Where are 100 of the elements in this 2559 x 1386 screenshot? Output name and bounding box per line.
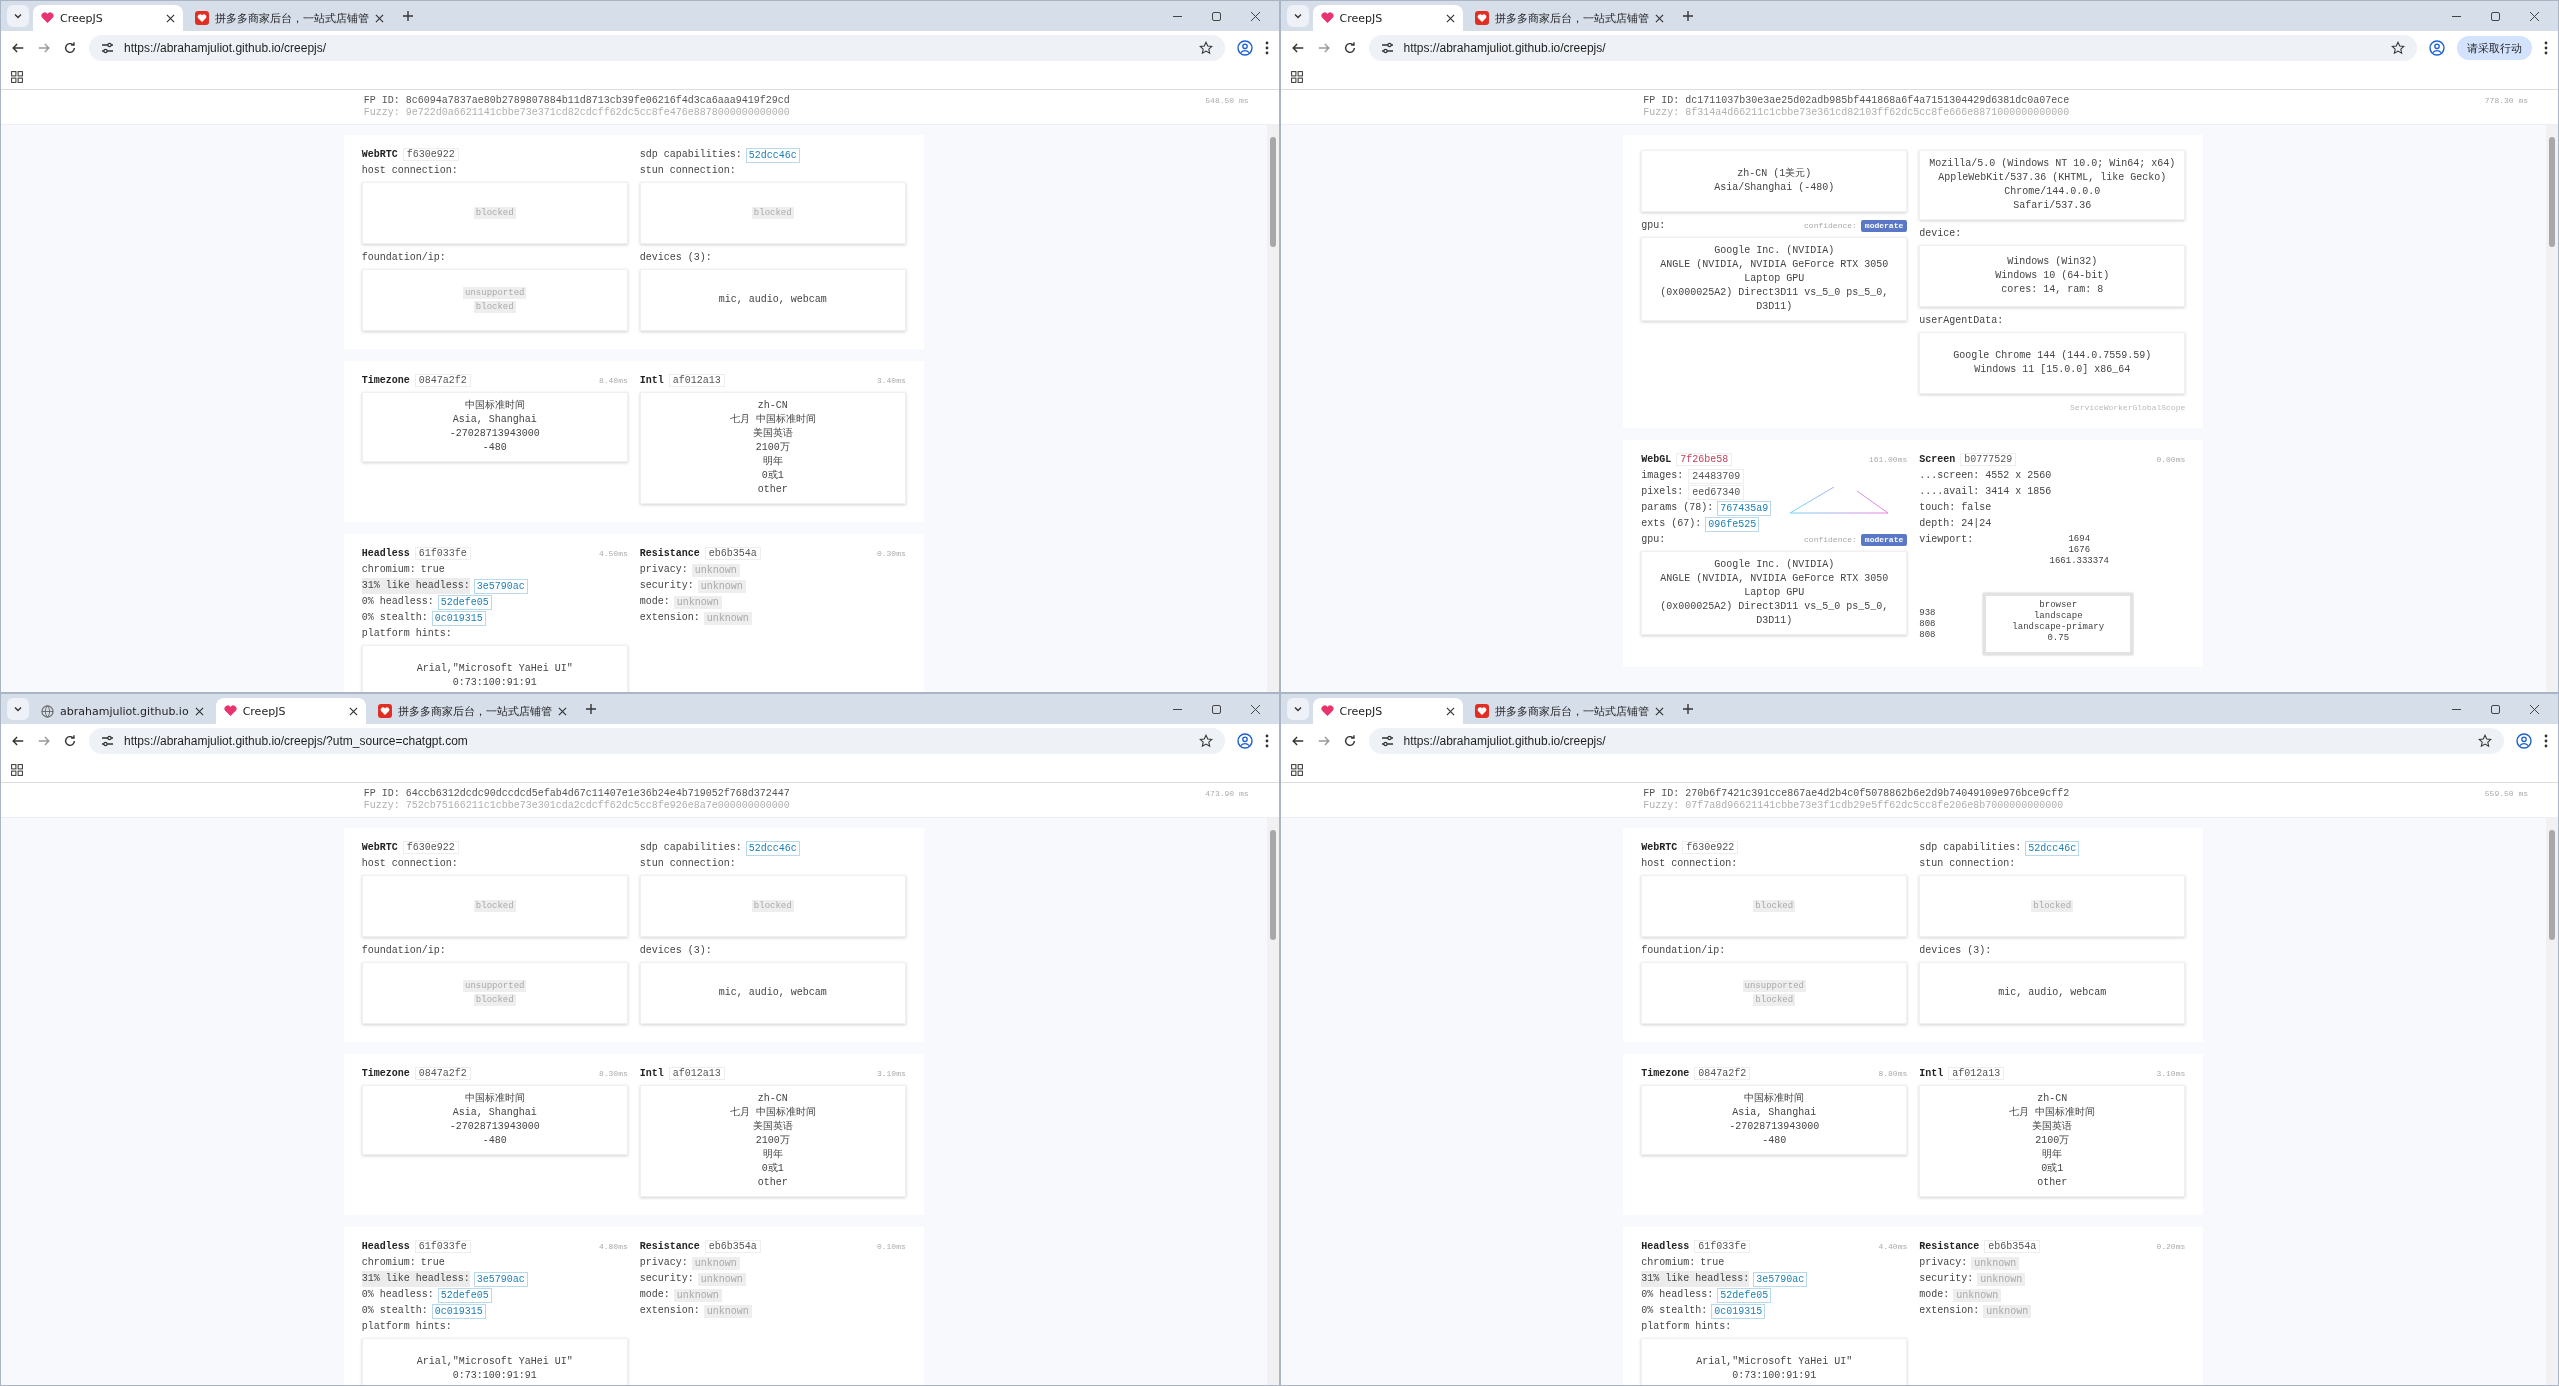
hash-link[interactable]: 52dcc46c — [745, 147, 800, 163]
browser-tab[interactable]: 拼多多商家后台，一站式店铺管 — [1466, 698, 1672, 724]
apps-grid-icon[interactable] — [1290, 764, 1303, 776]
scrollbar-thumb[interactable] — [1269, 830, 1276, 940]
plus-icon[interactable] — [1681, 703, 1694, 715]
menu-icon[interactable] — [1264, 734, 1269, 748]
hash-link[interactable]: 0c019315 — [431, 610, 486, 626]
close-icon[interactable] — [1445, 13, 1455, 23]
scrollbar-track[interactable] — [1266, 125, 1279, 692]
hash-link[interactable]: 52defe05 — [437, 594, 492, 610]
browser-tab[interactable]: abrahamjuliot.github.io — [33, 698, 212, 724]
result-text: Asia, Shanghai — [452, 413, 537, 427]
menu-icon[interactable] — [2544, 41, 2548, 55]
result-text: Arial,"Microsoft YaHei UI" — [416, 1355, 573, 1369]
browser-tab[interactable]: CreepJS — [33, 5, 183, 31]
menu-icon[interactable] — [1264, 41, 1269, 55]
profile-icon[interactable] — [2429, 40, 2445, 56]
menu-icon[interactable] — [2544, 734, 2548, 748]
tune-icon[interactable] — [101, 735, 114, 747]
address-bar[interactable]: https://abrahamjuliot.github.io/creepjs/?utm_source=chatgpt.com — [89, 728, 1225, 754]
address-bar[interactable]: https://abrahamjuliot.github.io/creepjs/ — [1368, 728, 2504, 754]
reload-icon[interactable] — [63, 734, 77, 748]
hash-link[interactable]: 52defe05 — [1717, 1287, 1772, 1303]
hash-link[interactable]: 096fe525 — [1705, 516, 1760, 532]
hash-link[interactable]: 3e5790ac — [1753, 1271, 1808, 1287]
field-label: devices (3): — [1919, 944, 1992, 958]
scrollbar-thumb[interactable] — [2549, 137, 2555, 247]
browser-tab[interactable]: 拼多多商家后台，一站式店铺管 — [369, 698, 575, 724]
profile-icon[interactable] — [2516, 733, 2532, 749]
back-arrow-icon[interactable] — [1290, 41, 1305, 55]
tune-icon[interactable] — [1380, 735, 1394, 747]
browser-tab[interactable]: CreepJS — [1312, 698, 1463, 724]
scrollbar-track[interactable] — [2546, 125, 2558, 692]
tab-search-button[interactable] — [1286, 698, 1309, 720]
profile-icon[interactable] — [1236, 40, 1253, 56]
hash-link[interactable]: 0c019315 — [1711, 1303, 1766, 1319]
hash-link[interactable]: 0c019315 — [431, 1303, 486, 1319]
profile-icon[interactable] — [1236, 733, 1253, 749]
forward-arrow-icon[interactable] — [1316, 41, 1331, 55]
close-icon[interactable] — [2529, 703, 2540, 715]
close-icon[interactable] — [1654, 706, 1664, 716]
forward-arrow-icon[interactable] — [37, 41, 51, 55]
tab-search-button[interactable] — [7, 5, 29, 27]
close-icon[interactable] — [1445, 706, 1455, 716]
back-arrow-icon[interactable] — [11, 734, 25, 748]
hash-link[interactable]: 52defe05 — [437, 1287, 492, 1303]
star-icon[interactable] — [2391, 41, 2405, 55]
apps-grid-icon[interactable] — [1290, 71, 1303, 83]
close-icon[interactable] — [1654, 13, 1664, 23]
apps-grid-icon[interactable] — [11, 764, 23, 776]
plus-icon[interactable] — [402, 10, 414, 22]
close-icon[interactable] — [1249, 10, 1261, 22]
star-icon[interactable] — [1198, 41, 1213, 55]
tune-icon[interactable] — [101, 42, 114, 54]
result-text: 0:73:100:91:91 — [452, 1369, 537, 1383]
forward-arrow-icon[interactable] — [1316, 734, 1331, 748]
close-icon[interactable] — [375, 13, 384, 23]
maximize-icon[interactable] — [2490, 703, 2501, 715]
maximize-icon[interactable] — [2490, 10, 2501, 22]
browser-tab[interactable]: 拼多多商家后台，一站式店铺管 — [187, 5, 392, 31]
maximize-icon[interactable] — [1210, 10, 1222, 22]
scrollbar-track[interactable] — [2546, 818, 2558, 1385]
result-text: Windows 11 [15.0.0] x86_64 — [1974, 363, 2131, 377]
browser-tab[interactable]: CreepJS — [1312, 5, 1463, 31]
scrollbar-thumb[interactable] — [1269, 137, 1276, 247]
hash-link[interactable]: 3e5790ac — [473, 578, 528, 594]
plus-icon[interactable] — [584, 703, 597, 715]
close-icon[interactable] — [166, 13, 175, 23]
close-icon[interactable] — [557, 706, 567, 716]
reload-icon[interactable] — [63, 41, 77, 55]
close-icon[interactable] — [2529, 10, 2540, 22]
reload-icon[interactable] — [1342, 734, 1357, 748]
back-arrow-icon[interactable] — [1290, 734, 1305, 748]
maximize-icon[interactable] — [1210, 703, 1222, 715]
address-bar[interactable]: https://abrahamjuliot.github.io/creepjs/ — [89, 35, 1225, 61]
viewport-value: 1676 — [2068, 545, 2091, 556]
browser-tab[interactable]: CreepJS — [215, 698, 366, 724]
close-icon[interactable] — [348, 706, 358, 716]
star-icon[interactable] — [1198, 734, 1213, 748]
apps-grid-icon[interactable] — [11, 71, 23, 83]
hash-link[interactable]: 3e5790ac — [473, 1271, 528, 1287]
scrollbar-track[interactable] — [1266, 818, 1279, 1385]
tab-search-button[interactable] — [7, 698, 29, 720]
plus-icon[interactable] — [1681, 10, 1694, 22]
tune-icon[interactable] — [1380, 42, 1394, 54]
hash-link[interactable]: 52dcc46c — [2025, 840, 2080, 856]
hash-link[interactable]: 52dcc46c — [745, 840, 800, 856]
scrollbar-thumb[interactable] — [2549, 830, 2555, 940]
back-arrow-icon[interactable] — [11, 41, 25, 55]
close-icon[interactable] — [1249, 703, 1261, 715]
close-icon[interactable] — [194, 706, 204, 716]
star-icon[interactable] — [2478, 734, 2492, 748]
reload-icon[interactable] — [1342, 41, 1357, 55]
field-label: images: — [1641, 469, 1684, 483]
hash-link[interactable]: 767435a9 — [1717, 500, 1772, 516]
action-button[interactable]: 请采取行动 — [2457, 36, 2532, 60]
forward-arrow-icon[interactable] — [37, 734, 51, 748]
tab-search-button[interactable] — [1286, 5, 1309, 27]
address-bar[interactable]: https://abrahamjuliot.github.io/creepjs/ — [1368, 35, 2417, 61]
browser-tab[interactable]: 拼多多商家后台，一站式店铺管 — [1466, 5, 1672, 31]
